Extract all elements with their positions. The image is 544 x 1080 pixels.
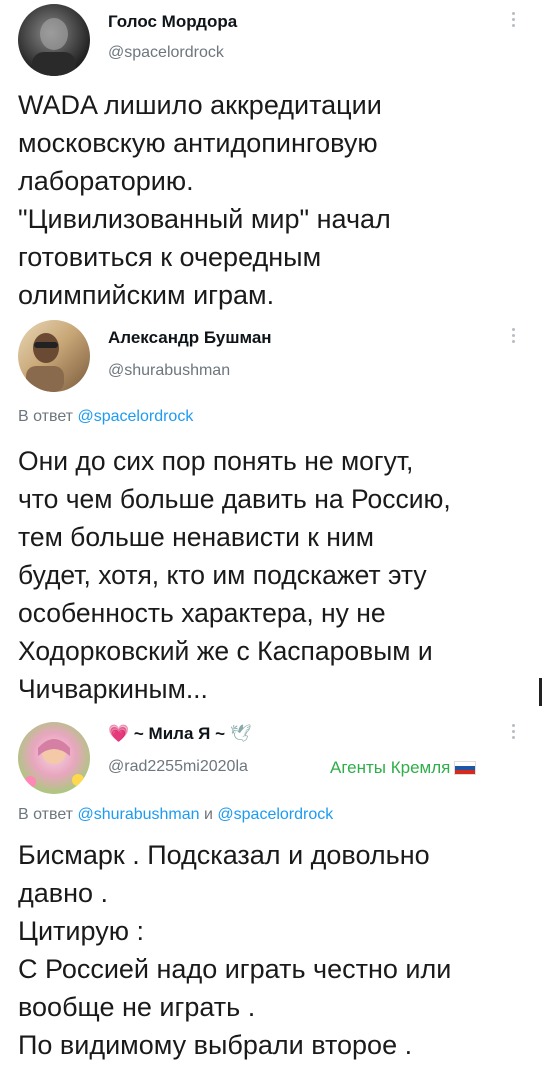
russian-flag-icon xyxy=(454,761,477,775)
reply-prefix: В ответ xyxy=(18,408,74,425)
avatar-aleksandr-bushman[interactable] xyxy=(18,320,90,392)
more-options-icon[interactable] xyxy=(512,724,516,742)
author-name[interactable]: Голос Мордора xyxy=(108,12,237,32)
tweet-text: Они до сих пор понять не могут, что чем … xyxy=(18,446,451,704)
reply-context: В ответ @shurabushman и @spacelordrock xyxy=(18,806,333,824)
avatar-photo xyxy=(24,739,84,788)
tweet-2: Александр Бушман @shurabushman В ответ @… xyxy=(0,316,544,716)
heart-icon: 💗 xyxy=(108,724,130,743)
reply-mention-link-2[interactable]: @spacelordrock xyxy=(217,806,333,823)
tweet-1: Голос Мордора @spacelordrock WADA лишило… xyxy=(0,0,544,320)
more-options-icon[interactable] xyxy=(512,328,516,346)
tag-text: Агенты Кремля xyxy=(330,758,451,777)
reply-context: В ответ @spacelordrock xyxy=(18,408,193,426)
dove-icon: 🕊 xyxy=(229,724,252,743)
avatar-mila[interactable] xyxy=(18,722,90,794)
reply-mention-link-1[interactable]: @shurabushman xyxy=(77,806,199,823)
label-tag[interactable]: Агенты Кремля xyxy=(330,758,477,778)
author-handle[interactable]: @spacelordrock xyxy=(108,44,224,62)
author-handle[interactable]: @shurabushman xyxy=(108,362,230,380)
author-handle[interactable]: @rad2255mi2020la xyxy=(108,758,248,776)
scroll-indicator[interactable] xyxy=(539,678,542,706)
tweet-3: 💗 ~ Мила Я ~ 🕊 @rad2255mi2020la Агенты К… xyxy=(0,716,544,1080)
tweet-text: Бисмарк . Подсказал и довольно давно . Ц… xyxy=(18,840,452,1060)
avatar-golos-mordora[interactable] xyxy=(18,4,90,76)
avatar-photo xyxy=(32,18,76,76)
author-name-row[interactable]: 💗 ~ Мила Я ~ 🕊 xyxy=(108,724,251,744)
reply-prefix: В ответ xyxy=(18,806,74,823)
reply-and: и xyxy=(204,806,213,823)
reply-mention-link[interactable]: @spacelordrock xyxy=(77,408,193,425)
more-options-icon[interactable] xyxy=(512,12,516,30)
author-name[interactable]: Александр Бушман xyxy=(108,328,272,348)
tweet-text: WADA лишило аккредитации московскую анти… xyxy=(18,90,391,310)
author-name: ~ Мила Я ~ xyxy=(133,724,226,743)
avatar-photo xyxy=(26,333,64,392)
